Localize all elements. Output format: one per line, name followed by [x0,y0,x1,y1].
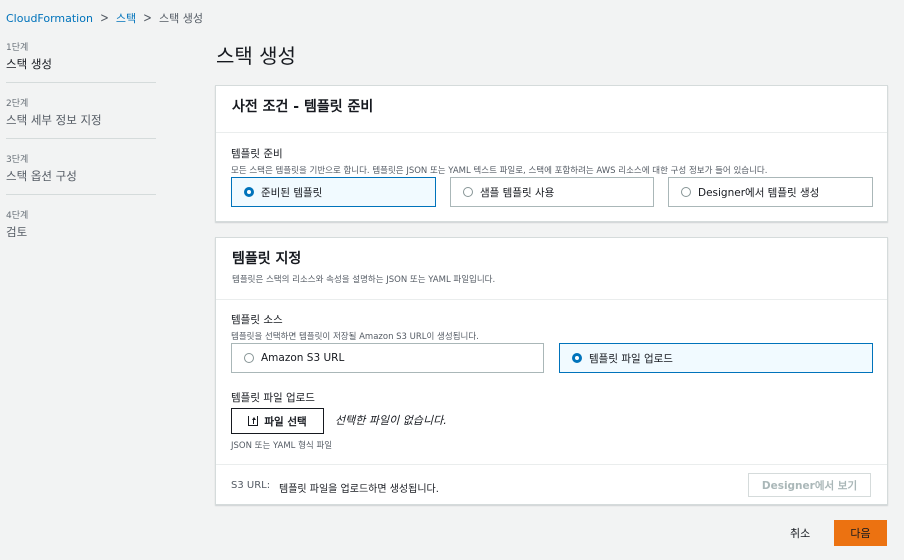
step-number: 4단계 [6,211,29,221]
template-source-desc: 템플릿을 선택하면 템플릿이 저장될 Amazon S3 URL이 생성됩니다. [231,332,479,342]
chevron-right-icon: > [143,10,152,26]
source-upload-file[interactable]: 템플릿 파일 업로드 [559,343,873,373]
option-template-ready[interactable]: 준비된 템플릿 [231,177,436,207]
wizard-steps: 1단계 스택 생성 2단계 스택 세부 정보 지정 3단계 스택 옵션 구성 4… [6,40,156,263]
s3-url-row: S3 URL: 템플릿 파일을 업로드하면 생성됩니다. Designer에서 … [216,464,887,505]
breadcrumb-cloudformation-link[interactable]: CloudFormation [6,12,93,25]
template-source-label: 템플릿 소스 [231,314,283,326]
prepare-template-label: 템플릿 준비 [231,148,283,160]
option-sample-template[interactable]: 샘플 템플릿 사용 [450,177,654,207]
wizard-step-3: 3단계 스택 옵션 구성 [6,152,156,195]
option-designer-template[interactable]: Designer에서 템플릿 생성 [668,177,873,207]
step-number: 3단계 [6,155,29,165]
step-label: 검토 [6,225,28,239]
step-label: 스택 세부 정보 지정 [6,113,102,127]
radio-button[interactable] [244,353,254,363]
upload-template-label: 템플릿 파일 업로드 [231,392,315,404]
source-amazon-s3-url[interactable]: Amazon S3 URL [231,343,544,373]
choose-file-button[interactable]: 파일 선택 [231,408,324,434]
s3-url-value: 템플릿 파일을 업로드하면 생성됩니다. [279,484,439,495]
breadcrumb-current: 스택 생성 [159,12,203,25]
format-hint: JSON 또는 YAML 형식 파일 [231,441,333,451]
option-label: Designer에서 템플릿 생성 [698,186,820,199]
step-number: 2단계 [6,99,29,109]
specify-template-header: 템플릿 지정 템플릿은 스택의 리소스와 속성을 설명하는 JSON 또는 YA… [216,238,887,300]
prereq-panel-header: 사전 조건 - 템플릿 준비 [216,86,887,133]
prepare-template-desc: 모든 스택은 템플릿을 기반으로 합니다. 템플릿은 JSON 또는 YAML … [231,166,768,176]
option-label: Amazon S3 URL [261,352,345,364]
page-title: 스택 생성 [216,44,296,68]
upload-icon [248,416,259,426]
radio-button[interactable] [572,353,582,363]
radio-button[interactable] [244,187,254,197]
wizard-step-4: 4단계 검토 [6,208,156,250]
option-label: 준비된 템플릿 [261,186,323,199]
next-button[interactable]: 다음 [834,520,887,546]
wizard-step-1: 1단계 스택 생성 [6,40,156,83]
option-label: 템플릿 파일 업로드 [589,352,673,365]
choose-file-label: 파일 선택 [264,415,307,428]
specify-template-title: 템플릿 지정 [232,251,302,267]
prereq-panel-title: 사전 조건 - 템플릿 준비 [232,99,374,115]
option-label: 샘플 템플릿 사용 [480,186,555,199]
s3-url-label: S3 URL: [231,480,271,491]
breadcrumb-stacks-link[interactable]: 스택 [116,10,136,26]
prereq-panel: 사전 조건 - 템플릿 준비 템플릿 준비 모든 스택은 템플릿을 기반으로 합… [215,85,888,222]
no-file-selected-text: 선택한 파일이 없습니다. [335,414,447,427]
specify-template-desc: 템플릿은 스택의 리소스와 속성을 설명하는 JSON 또는 YAML 파일입니… [232,275,496,285]
cancel-button[interactable]: 취소 [790,525,810,541]
specify-template-panel: 템플릿 지정 템플릿은 스택의 리소스와 속성을 설명하는 JSON 또는 YA… [215,237,888,505]
wizard-step-2: 2단계 스택 세부 정보 지정 [6,96,156,139]
view-in-designer-button[interactable]: Designer에서 보기 [748,473,871,497]
chevron-right-icon: > [100,10,109,26]
radio-button[interactable] [681,187,691,197]
step-label: 스택 생성 [6,57,52,71]
step-number: 1단계 [6,43,29,53]
breadcrumb: CloudFormation > 스택 > 스택 생성 [6,10,203,26]
radio-button[interactable] [463,187,473,197]
step-label: 스택 옵션 구성 [6,169,77,183]
